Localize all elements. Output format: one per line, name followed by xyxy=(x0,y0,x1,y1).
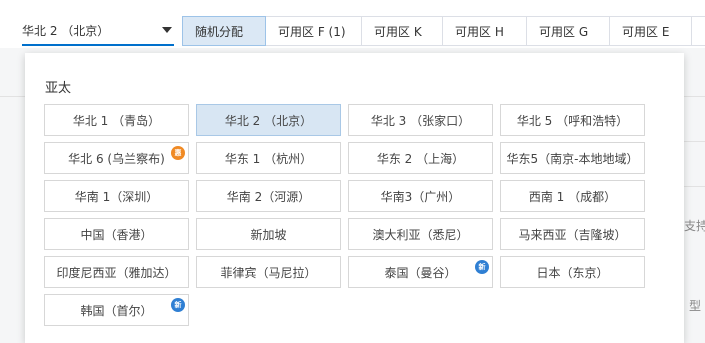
zone-tab-more[interactable] xyxy=(692,16,705,46)
region-option[interactable]: 华东5（南京-本地地域） xyxy=(500,142,645,174)
region-option[interactable]: 西南 1 （成都） xyxy=(500,180,645,212)
region-option-label: 印度尼西亚（雅加达） xyxy=(56,265,177,280)
region-option-label: 西南 1 （成都） xyxy=(528,189,617,204)
region-option[interactable]: 华东 1 （杭州） xyxy=(196,142,341,174)
top-bar: 华北 2 （北京） 随机分配 可用区 F (1) 可用区 K 可用区 H 可用区… xyxy=(0,0,705,48)
region-option[interactable]: 马来西亚（吉隆坡） xyxy=(500,218,645,250)
region-option-label: 华北 2 （北京） xyxy=(224,113,313,128)
background-text: 支持 xyxy=(684,219,705,233)
region-option-label: 新加坡 xyxy=(250,227,287,242)
new-badge-icon: 新 xyxy=(171,298,185,312)
new-badge-icon: 新 xyxy=(475,260,489,274)
region-option[interactable]: 日本（东京） xyxy=(500,256,645,288)
region-option[interactable]: 华南 2（河源） xyxy=(196,180,341,212)
zone-tab-g[interactable]: 可用区 G xyxy=(527,16,610,46)
region-option[interactable]: 菲律宾（马尼拉） xyxy=(196,256,341,288)
region-option-label: 菲律宾（马尼拉） xyxy=(220,265,317,280)
discount-badge-icon: 惠 xyxy=(171,146,185,160)
region-select[interactable]: 华北 2 （北京） xyxy=(22,16,174,46)
region-option-label: 华东5（南京-本地地域） xyxy=(506,151,639,166)
region-option-label: 华南 2（河源） xyxy=(226,189,311,204)
region-option[interactable]: 韩国（首尔） 新 xyxy=(44,294,189,326)
zone-tab-e[interactable]: 可用区 E xyxy=(610,16,692,46)
region-select-value: 华北 2 （北京） xyxy=(22,24,110,38)
region-option-label: 华东 2 （上海） xyxy=(376,151,465,166)
region-option-label: 华南3（广州） xyxy=(380,189,461,204)
region-option-label: 华北 3 （张家口） xyxy=(370,113,471,128)
zone-tab-h[interactable]: 可用区 H xyxy=(443,16,527,46)
region-option[interactable]: 华北 3 （张家口） xyxy=(348,104,493,136)
region-group-title: 亚太 xyxy=(45,81,72,96)
region-option[interactable]: 泰国（曼谷） 新 xyxy=(348,256,493,288)
region-option[interactable]: 华北 6 (乌兰察布) 惠 xyxy=(44,142,189,174)
region-option[interactable]: 华东 2 （上海） xyxy=(348,142,493,174)
caret-down-icon xyxy=(162,27,172,33)
region-option[interactable]: 华北 1 （青岛） xyxy=(44,104,189,136)
background-divider xyxy=(684,186,705,187)
region-option-label: 韩国（首尔） xyxy=(80,303,153,318)
region-option-label: 日本（东京） xyxy=(536,265,609,280)
zone-tab-f[interactable]: 可用区 F (1) xyxy=(266,16,362,46)
region-option[interactable]: 中国（香港） xyxy=(44,218,189,250)
region-option-label: 泰国（曼谷） xyxy=(384,265,457,280)
region-option[interactable]: 华北 5 （呼和浩特） xyxy=(500,104,645,136)
zone-tabs: 随机分配 可用区 F (1) 可用区 K 可用区 H 可用区 G 可用区 E xyxy=(182,16,705,46)
background-text: 型 xyxy=(689,299,702,313)
region-dropdown: 亚太 华北 1 （青岛） 华北 2 （北京） 华北 3 （张家口） 华北 5 （呼和浩… xyxy=(25,53,684,343)
region-option[interactable]: 华北 2 （北京） xyxy=(196,104,341,136)
region-option-label: 华北 1 （青岛） xyxy=(72,113,161,128)
region-option[interactable]: 澳大利亚（悉尼） xyxy=(348,218,493,250)
region-option[interactable]: 印度尼西亚（雅加达） xyxy=(44,256,189,288)
region-option[interactable]: 华南 1（深圳） xyxy=(44,180,189,212)
region-option-label: 华北 6 (乌兰察布) xyxy=(68,151,165,166)
region-option-label: 中国（香港） xyxy=(80,227,153,242)
region-grid: 华北 1 （青岛） 华北 2 （北京） 华北 3 （张家口） 华北 5 （呼和浩特） 华… xyxy=(44,104,645,326)
zone-tab-k[interactable]: 可用区 K xyxy=(362,16,443,46)
zone-tab-random[interactable]: 随机分配 xyxy=(182,16,266,46)
region-option-label: 澳大利亚（悉尼） xyxy=(372,227,469,242)
region-option-label: 华南 1（深圳） xyxy=(74,189,159,204)
background-divider xyxy=(684,141,705,142)
region-option-label: 华北 5 （呼和浩特） xyxy=(516,113,629,128)
region-option[interactable]: 新加坡 xyxy=(196,218,341,250)
region-option-label: 马来西亚（吉隆坡） xyxy=(518,227,627,242)
region-option-label: 华东 1 （杭州） xyxy=(224,151,313,166)
region-option[interactable]: 华南3（广州） xyxy=(348,180,493,212)
